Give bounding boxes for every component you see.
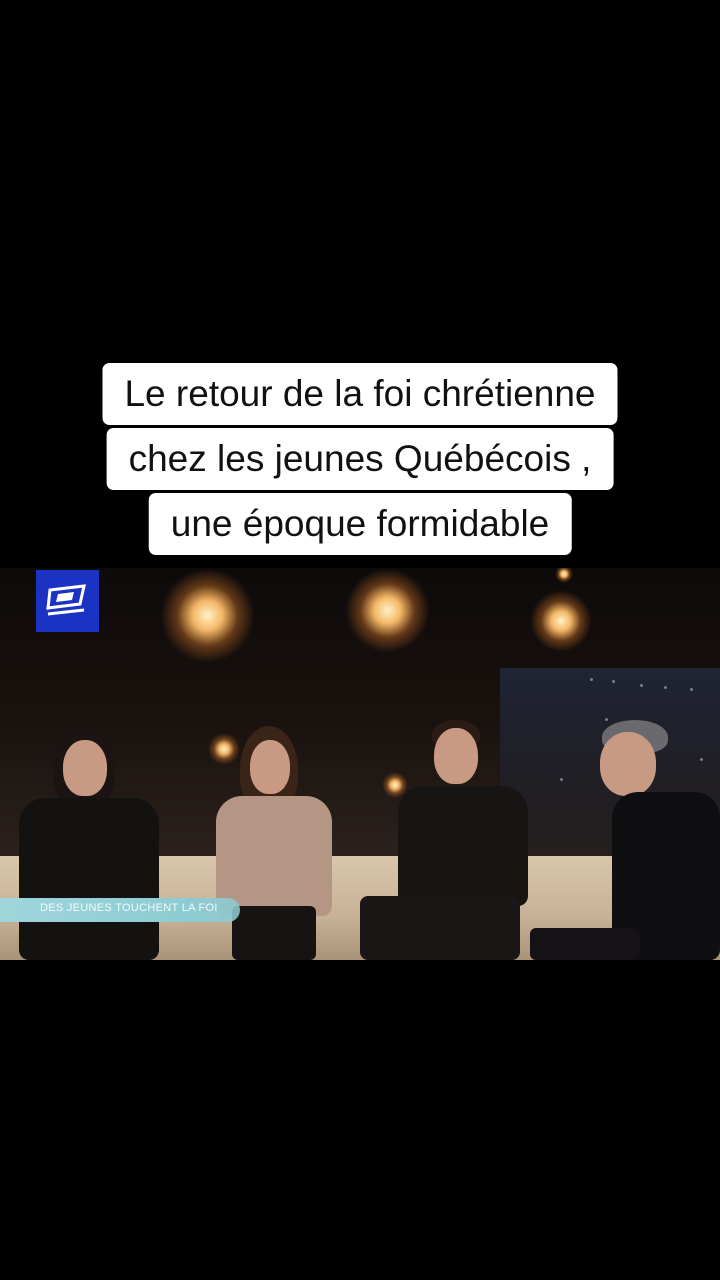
- background-light-dot: [590, 678, 593, 681]
- caption-line-1: Le retour de la foi chrétienne: [102, 363, 618, 425]
- studio-light: [160, 568, 255, 663]
- caption-line-3: une époque formidable: [148, 493, 572, 555]
- caption-line-2: chez les jeunes Québécois ,: [106, 428, 614, 490]
- host-man: [530, 720, 720, 960]
- video-frame[interactable]: DES JEUNES TOUCHENT LA FOI: [0, 568, 720, 960]
- guest-man-right: [358, 720, 530, 960]
- lower-third-banner: DES JEUNES TOUCHENT LA FOI: [0, 898, 240, 922]
- studio-light: [345, 568, 430, 653]
- studio-light: [555, 568, 573, 583]
- background-light-dot: [664, 686, 667, 689]
- broadcaster-logo-icon: [46, 584, 86, 616]
- guest-woman-left: [15, 728, 165, 960]
- broadcaster-logo-icon: [36, 570, 99, 632]
- studio-light: [530, 590, 592, 652]
- background-light-dot: [640, 684, 643, 687]
- background-light-dot: [690, 688, 693, 691]
- background-light-dot: [612, 680, 615, 683]
- lower-third-text: DES JEUNES TOUCHENT LA FOI: [40, 902, 218, 914]
- guest-young-man-center: [212, 726, 334, 960]
